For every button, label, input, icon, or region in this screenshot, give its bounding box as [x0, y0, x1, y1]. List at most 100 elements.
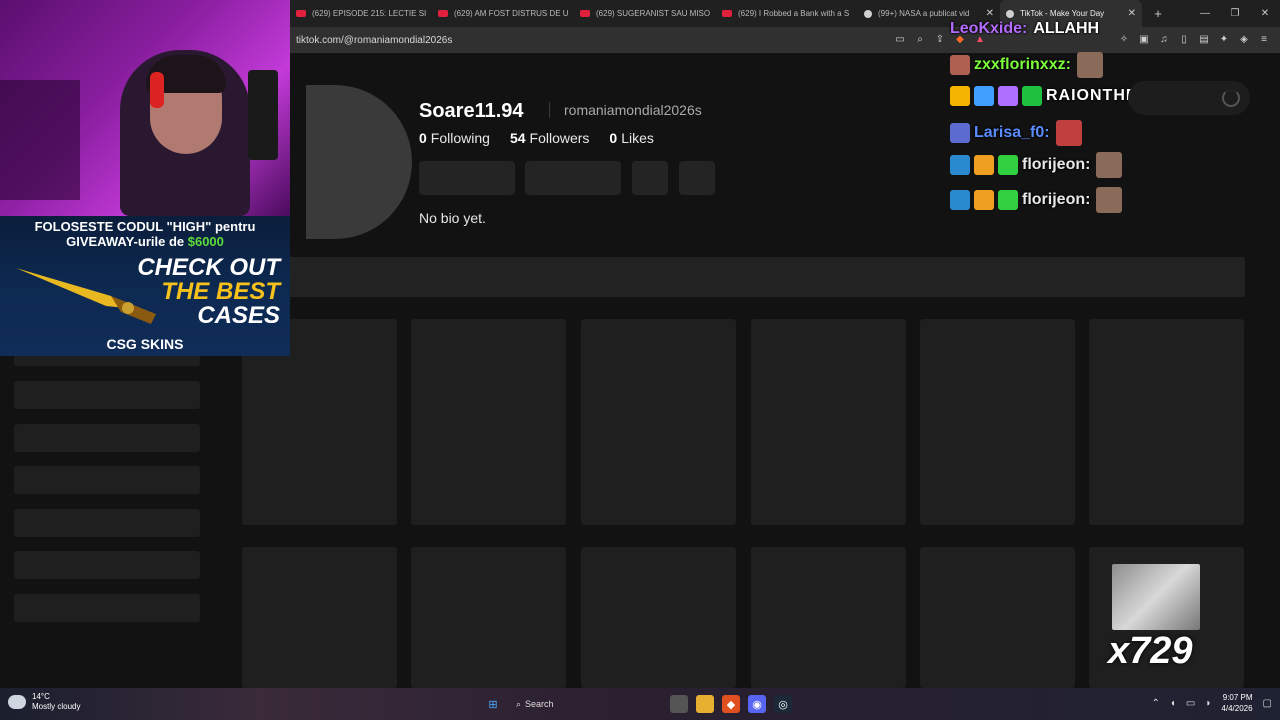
task-view-icon[interactable]: [670, 695, 688, 713]
likes-count: 0: [609, 130, 618, 146]
tiktok-icon: [864, 9, 872, 18]
windows-start-icon[interactable]: ⊞: [484, 695, 502, 713]
speaker-icon[interactable]: ◗: [1205, 698, 1211, 709]
video-skeleton: [920, 547, 1075, 688]
followers-stat[interactable]: 54 Followers: [510, 130, 589, 146]
follow-button-placeholder[interactable]: [419, 161, 515, 195]
ad-cta-line: THE BEST: [161, 278, 280, 305]
steam-icon[interactable]: ◎: [774, 695, 792, 713]
clock-date: 4/4/2026: [1221, 704, 1253, 713]
tab-title: (629) EPISODE 215: LECTIE SI PI: [312, 9, 426, 18]
likes-stat: 0 Likes: [609, 130, 653, 146]
profile-username: Soare11.94: [419, 100, 524, 122]
emote-icon: [1055, 120, 1082, 146]
discord-icon[interactable]: ◉: [748, 695, 766, 713]
notifications-icon[interactable]: ▢: [1263, 698, 1272, 709]
chat-message: LeoKxide: ALLAHH: [950, 20, 1099, 38]
user-badge-icon: [950, 123, 970, 143]
chat-username: florijeon:: [1022, 156, 1091, 173]
tab-title: (629) AM FOST DISTRUS DE UN: [454, 9, 568, 18]
sidebar-skeleton: [14, 381, 200, 409]
file-explorer-icon[interactable]: [696, 695, 714, 713]
chat-username: LeoKxide:: [950, 20, 1028, 37]
ad-giveaway-amount: $6000: [187, 234, 224, 249]
chevron-up-icon[interactable]: ⌃: [1151, 698, 1159, 709]
video-skeleton: [581, 319, 736, 525]
youtube-icon: [438, 10, 448, 17]
og-badge-icon: [950, 155, 970, 175]
ad-brand: CSG SKINS: [106, 336, 184, 352]
browser-tab[interactable]: (629) I Robbed a Bank with a S: [716, 0, 858, 27]
emote-icon: [1076, 52, 1103, 78]
video-skeleton: [751, 547, 906, 688]
crown-badge-icon: [950, 86, 970, 106]
ad-giveaway-text: GIVEAWAY-urile de: [66, 234, 188, 249]
taskbar-apps: ⊞ ⌕ Search ◆ ◉ ◎: [484, 694, 792, 714]
search-label: Search: [525, 699, 554, 709]
sidebar-skeleton: [14, 466, 200, 494]
sidebar-skeleton: [14, 594, 200, 622]
tab-title: (629) I Robbed a Bank with a S: [738, 9, 850, 18]
brave-icon[interactable]: ◆: [722, 695, 740, 713]
youtube-icon: [296, 10, 306, 17]
chat-message: zxxflorinxxz:: [950, 52, 1103, 78]
video-skeleton: [920, 319, 1075, 525]
ad-giveaway: GIVEAWAY-urile de $6000: [0, 234, 290, 249]
volume-icon[interactable]: ◖: [1170, 698, 1176, 709]
emote-combo-image: [1112, 564, 1200, 630]
url-field[interactable]: tiktok.com/@romaniamondial2026s: [296, 35, 856, 46]
tab-title: (629) SUGERANIST SAU MISOG: [596, 9, 710, 18]
followers-label: Followers: [529, 130, 590, 146]
add-friend-button-placeholder[interactable]: [632, 161, 668, 195]
chat-username: Larisa_f0:: [974, 124, 1050, 141]
sidebar-skeleton: [14, 551, 200, 579]
youtube-icon: [722, 10, 732, 17]
ad-cta: CHECK OUT THE BEST CASES: [137, 256, 280, 328]
sponsor-ad-overlay: FOLOSESTE CODUL "HIGH" pentru GIVEAWAY-u…: [0, 216, 290, 356]
sub-badge-icon: [974, 86, 994, 106]
more-button-placeholder[interactable]: [679, 161, 715, 195]
chat-message: florijeon:: [950, 152, 1123, 178]
profile-stats: 0 Following 54 Followers 0 Likes: [419, 130, 654, 146]
following-stat[interactable]: 0 Following: [419, 130, 490, 146]
clock[interactable]: 9:07 PM 4/4/2026: [1221, 692, 1252, 714]
following-count: 0: [419, 130, 427, 146]
user-badge-icon: [950, 55, 970, 75]
following-label: Following: [430, 130, 490, 146]
video-skeleton: [1089, 319, 1244, 525]
stream-chat-overlay: LeoKxide: ALLAHH zxxflorinxxz: RAIONTHEG…: [950, 0, 1280, 230]
taskbar-search[interactable]: ⌕ Search: [510, 694, 610, 714]
chat-message: florijeon:: [950, 187, 1123, 213]
sub-badge-icon: [974, 155, 994, 175]
youtube-icon: [580, 10, 590, 17]
weather-widget[interactable]: 14°C Mostly cloudy: [8, 692, 80, 712]
ad-cta-line: CASES: [197, 302, 280, 329]
gift-badge-icon: [998, 190, 1018, 210]
gift-badge-icon: [998, 86, 1018, 106]
video-skeleton: [242, 547, 397, 688]
share-icon[interactable]: ⇪: [932, 31, 948, 47]
kick-badge-icon: [1022, 86, 1042, 106]
windows-taskbar: 14°C Mostly cloudy ⊞ ⌕ Search ◆ ◉ ◎ ⌃ ◖ ▭…: [0, 688, 1280, 720]
zoom-icon[interactable]: ⌕: [912, 31, 928, 47]
ad-promo-code: FOLOSESTE CODUL "HIGH" pentru: [34, 219, 256, 234]
likes-label: Likes: [621, 130, 654, 146]
browser-tab[interactable]: (629) SUGERANIST SAU MISOG: [574, 0, 716, 27]
chat-text: ALLAHH: [1033, 20, 1100, 37]
clock-time: 9:07 PM: [1222, 693, 1253, 702]
cast-icon[interactable]: ▭: [892, 31, 908, 47]
message-button-placeholder[interactable]: [525, 161, 621, 195]
browser-tab[interactable]: (629) AM FOST DISTRUS DE UN: [432, 0, 574, 27]
ad-cta-line: CHECK OUT: [137, 254, 280, 281]
profile-bio: No bio yet.: [419, 210, 486, 226]
sub-badge-icon: [974, 190, 994, 210]
loading-pill: [1128, 81, 1250, 115]
network-icon[interactable]: ▭: [1186, 698, 1195, 709]
search-icon: ⌕: [516, 698, 522, 709]
microphone: [248, 70, 278, 160]
browser-tab[interactable]: (629) EPISODE 215: LECTIE SI PI: [290, 0, 432, 27]
avatar[interactable]: [306, 85, 412, 239]
spinner-icon: [1222, 89, 1240, 107]
sidebar-skeleton: [14, 424, 200, 452]
sidebar-skeleton: [14, 509, 200, 537]
